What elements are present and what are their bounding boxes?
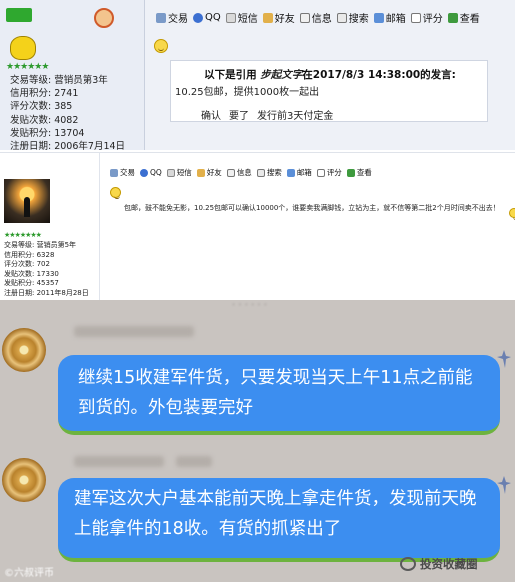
- message-button[interactable]: 短信: [225, 10, 258, 25]
- rate-icon: [410, 12, 421, 23]
- post-points: 发贴积分: 13704: [10, 127, 85, 139]
- post-points: 发贴积分: 45357: [4, 279, 59, 288]
- sender-avatar[interactable]: [2, 328, 46, 372]
- watermark-text: 投资收藏圈: [420, 557, 478, 571]
- rate-button[interactable]: 评分: [316, 167, 342, 178]
- view-button[interactable]: 查看: [346, 167, 372, 178]
- post-body: 包邮，鼓不能免无影，10.25包邮可以确认10000个，谁要卖我满脚钱，立钻为主…: [124, 204, 500, 212]
- qq-button[interactable]: QQ: [140, 168, 162, 177]
- user-stats: 交易等级: 营销员第5年 信用积分: 6328 评分次数: 702 发贴次数: …: [4, 241, 89, 299]
- user-profile-panel: ★★★★★★ 交易等级: 营销员第3年 信用积分: 2741 评分次数: 385…: [0, 0, 145, 153]
- avatar-figure-icon: [24, 197, 30, 217]
- sender-name-blurred: [74, 326, 194, 337]
- chat-message-text: 继续15收建军件货，只要发现当天上午11点之前能到货的。外包装要完好: [78, 368, 473, 418]
- pin-icon: [497, 350, 511, 368]
- sender-name-blurred: [74, 456, 164, 467]
- view-icon: [447, 12, 458, 23]
- view-button[interactable]: 查看: [447, 10, 480, 25]
- quote-header: 以下是引用 步起文字在2017/8/3 14:38:00的发言:: [204, 69, 456, 81]
- forum-post-2: ★★★★★★★ 交易等级: 营销员第5年 信用积分: 6328 评分次数: 70…: [0, 152, 515, 301]
- post-toolbar: 交易 QQ 短信 好友 信息 搜索 邮箱 评分 查看: [156, 10, 485, 25]
- post-toolbar: 交易 QQ 短信 好友 信息 搜索 邮箱 评分 查看: [110, 167, 377, 178]
- friend-icon: [262, 12, 273, 23]
- friend-icon: [196, 168, 205, 177]
- user-group-badge-icon: [6, 8, 32, 22]
- chat-bubble[interactable]: 建军这次大户基本能前天晚上拿走件货，发现前天晚上能拿件的18收。有货的抓紧出了: [58, 478, 500, 562]
- sender-tag-blurred: [176, 456, 212, 467]
- post-count: 发贴次数: 17330: [4, 269, 59, 278]
- message-icon: [166, 168, 175, 177]
- chat-message-text: 建军这次大户基本能前天晚上拿走件货，发现前天晚上能拿件的18收。有货的抓紧出了: [74, 489, 477, 539]
- friend-button[interactable]: 好友: [196, 167, 222, 178]
- trade-level: 交易等级: 营销员第5年: [4, 241, 77, 249]
- smiley-icon: [154, 39, 168, 53]
- user-avatar: [10, 36, 36, 60]
- credit-points: 信用积分: 6328: [4, 250, 55, 259]
- message-icon: [225, 12, 236, 23]
- chat-timestamp-blurred: · · · · · ·: [232, 300, 267, 311]
- rank-stars-icon: ★★★★★★★: [4, 231, 42, 239]
- rating-count: 评分次数: 385: [10, 101, 73, 113]
- friend-button[interactable]: 好友: [262, 10, 295, 25]
- rating-count: 评分次数: 702: [4, 260, 50, 269]
- mail-icon: [286, 168, 295, 177]
- register-date: 注册日期: 2011年8月28日: [4, 288, 89, 297]
- info-button[interactable]: 信息: [299, 10, 332, 25]
- rate-button[interactable]: 评分: [410, 10, 443, 25]
- qq-icon: [193, 12, 203, 23]
- search-icon: [256, 168, 265, 177]
- user-stats: 交易等级: 营销员第3年 信用积分: 2741 评分次数: 385 发贴次数: …: [10, 74, 125, 153]
- qq-button[interactable]: QQ: [193, 12, 221, 23]
- view-icon: [346, 168, 355, 177]
- qq-icon: [140, 168, 148, 177]
- user-face-icon: [94, 8, 114, 28]
- search-button[interactable]: 搜索: [336, 10, 369, 25]
- rank-stars-icon: ★★★★★★: [6, 62, 49, 72]
- quote-box: 以下是引用 步起文字在2017/8/3 14:38:00的发言: 10.25包邮…: [170, 60, 488, 122]
- mail-icon: [373, 12, 384, 23]
- info-button[interactable]: 信息: [226, 167, 252, 178]
- rate-icon: [316, 168, 325, 177]
- pin-icon: [497, 476, 511, 494]
- mail-button[interactable]: 邮箱: [286, 167, 312, 178]
- smiley-icon: [509, 208, 515, 220]
- chat-screenshot: · · · · · · 继续15收建军件货，只要发现当天上午11点之前能到货的。…: [0, 300, 515, 582]
- info-icon: [299, 12, 310, 23]
- trade-level: 交易等级: 营销员第3年: [10, 75, 108, 86]
- quote-body: 10.25包邮，提供1000枚一起出: [175, 87, 320, 98]
- smiley-icon: [110, 187, 121, 199]
- mail-button[interactable]: 邮箱: [373, 10, 406, 25]
- trade-button[interactable]: 交易: [156, 10, 188, 25]
- reply-text: 确认 要了 发行前3天付定金: [201, 111, 334, 122]
- forum-post-1: ★★★★★★ 交易等级: 营销员第3年 信用积分: 2741 评分次数: 385…: [0, 0, 515, 153]
- wechat-logo-icon: [400, 557, 416, 571]
- search-icon: [336, 12, 347, 23]
- trade-button[interactable]: 交易: [110, 167, 135, 178]
- credit-points: 信用积分: 2741: [10, 88, 79, 100]
- search-button[interactable]: 搜索: [256, 167, 282, 178]
- watermark: 投资收藏圈: [400, 556, 478, 572]
- message-button[interactable]: 短信: [166, 167, 192, 178]
- user-profile-panel: ★★★★★★★ 交易等级: 营销员第5年 信用积分: 6328 评分次数: 70…: [0, 153, 100, 301]
- chat-bubble[interactable]: 继续15收建军件货，只要发现当天上午11点之前能到货的。外包装要完好: [58, 355, 500, 435]
- corner-watermark: ©六叔评币: [4, 568, 54, 579]
- trade-icon: [156, 12, 166, 23]
- post-count: 发贴次数: 4082: [10, 114, 79, 126]
- sender-avatar[interactable]: [2, 458, 46, 502]
- quoted-username[interactable]: 步起文字: [260, 69, 302, 81]
- info-icon: [226, 168, 235, 177]
- trade-icon: [110, 168, 118, 177]
